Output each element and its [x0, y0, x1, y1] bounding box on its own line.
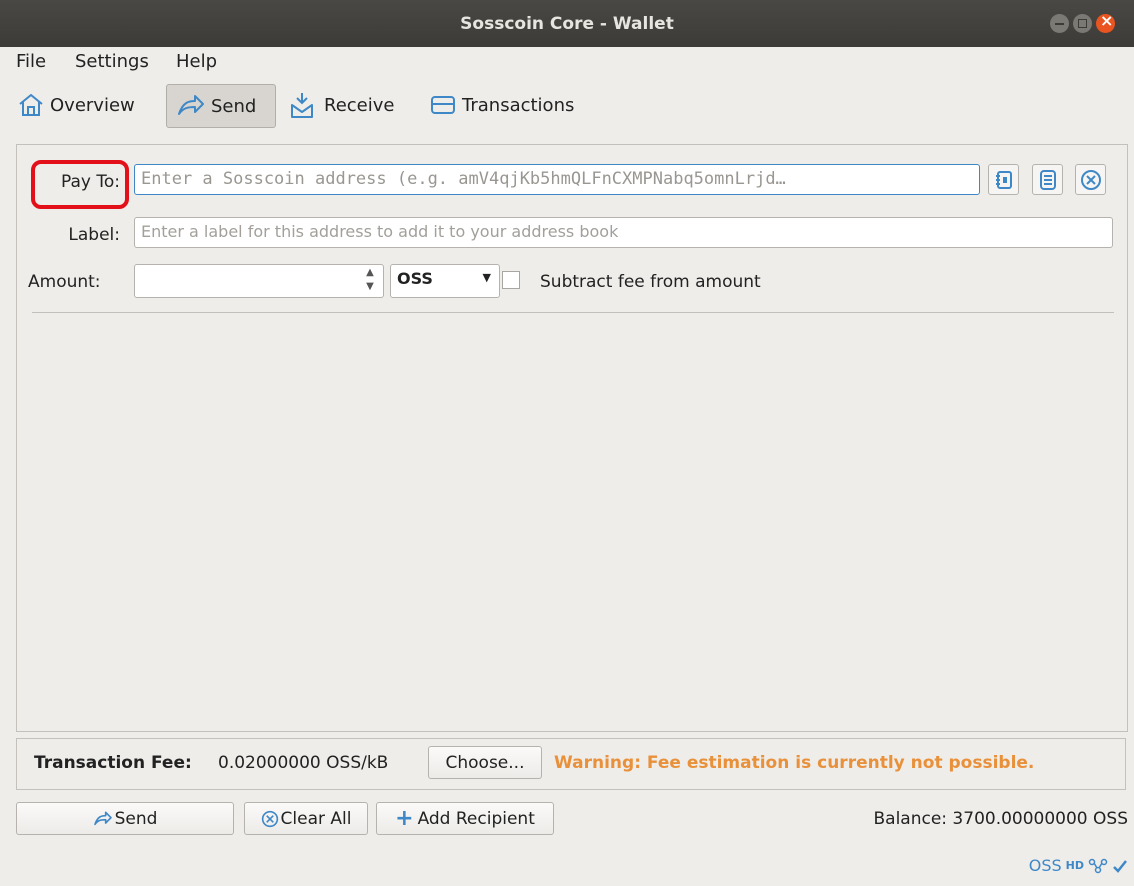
clear-circle-icon — [1080, 169, 1101, 190]
title-bar: Sosscoin Core - Wallet — [0, 0, 1134, 47]
amount-spinner[interactable]: ▲ ▼ — [360, 266, 380, 296]
add-recipient-label: Add Recipient — [417, 808, 535, 829]
send-button[interactable]: Send — [16, 802, 234, 835]
paste-button[interactable] — [1032, 164, 1063, 195]
label-input[interactable]: Enter a label for this address to add it… — [134, 217, 1113, 248]
maximize-button[interactable] — [1073, 14, 1092, 33]
toolbar: Overview Send Receive Transactions — [0, 77, 1134, 133]
menu-help[interactable]: Help — [176, 51, 217, 72]
send-icon — [178, 95, 204, 115]
close-window-button[interactable] — [1096, 11, 1115, 33]
fee-value: 0.02000000 OSS/kB — [218, 753, 389, 773]
tab-receive-label: Receive — [324, 94, 395, 116]
remove-recipient-button[interactable] — [1075, 164, 1106, 195]
status-bar: OSS HD — [1029, 856, 1128, 875]
fee-label: Transaction Fee: — [34, 753, 192, 773]
menu-bar: File Settings Help — [0, 47, 1134, 75]
fee-warning: Warning: Fee estimation is currently not… — [554, 753, 1035, 773]
home-icon — [19, 93, 43, 116]
window-title: Sosscoin Core - Wallet — [460, 14, 674, 34]
send-icon — [93, 811, 112, 825]
clipboard-icon — [1039, 169, 1056, 190]
address-book-icon — [995, 170, 1012, 189]
subtract-fee-checkbox[interactable] — [502, 271, 520, 289]
chevron-down-icon: ▼ — [482, 271, 491, 284]
synced-check-icon — [1113, 859, 1127, 873]
tab-overview[interactable]: Overview — [18, 84, 158, 126]
transactions-icon — [431, 96, 455, 114]
clear-circle-icon — [261, 810, 278, 827]
tab-overview-label: Overview — [50, 94, 135, 116]
receive-icon — [291, 93, 313, 118]
network-icon — [1088, 858, 1108, 873]
tab-receive[interactable]: Receive — [290, 84, 410, 126]
amount-label: Amount: — [28, 272, 101, 292]
tab-send-label: Send — [211, 95, 257, 117]
minimize-button[interactable] — [1050, 14, 1069, 33]
unit-select-value: OSS — [397, 269, 433, 288]
subtract-fee-label: Subtract fee from amount — [540, 272, 761, 292]
menu-settings[interactable]: Settings — [75, 51, 149, 72]
choose-fee-button[interactable]: Choose... — [428, 746, 542, 779]
clear-all-label: Clear All — [280, 808, 352, 829]
entry-separator — [32, 312, 1114, 313]
hd-badge: HD — [1065, 859, 1084, 872]
tab-send[interactable]: Send — [166, 84, 276, 128]
clear-all-button[interactable]: Clear All — [244, 802, 368, 835]
status-unit[interactable]: OSS — [1029, 856, 1062, 875]
label-field-label: Label: — [68, 225, 120, 245]
amount-input[interactable] — [134, 264, 384, 298]
add-recipient-button[interactable]: + Add Recipient — [376, 802, 554, 835]
unit-select[interactable]: OSS ▼ — [390, 264, 500, 298]
payto-address-input[interactable]: Enter a Sosscoin address (e.g. amV4qjKb5… — [134, 164, 980, 195]
balance-label: Balance: 3700.00000000 OSS — [873, 809, 1129, 829]
send-button-label: Send — [114, 808, 158, 829]
tab-transactions-label: Transactions — [462, 94, 575, 116]
tab-transactions[interactable]: Transactions — [430, 84, 600, 126]
address-book-button[interactable] — [988, 164, 1019, 195]
plus-icon: + — [395, 805, 414, 831]
payto-label: Pay To: — [61, 172, 120, 192]
menu-file[interactable]: File — [16, 51, 46, 72]
